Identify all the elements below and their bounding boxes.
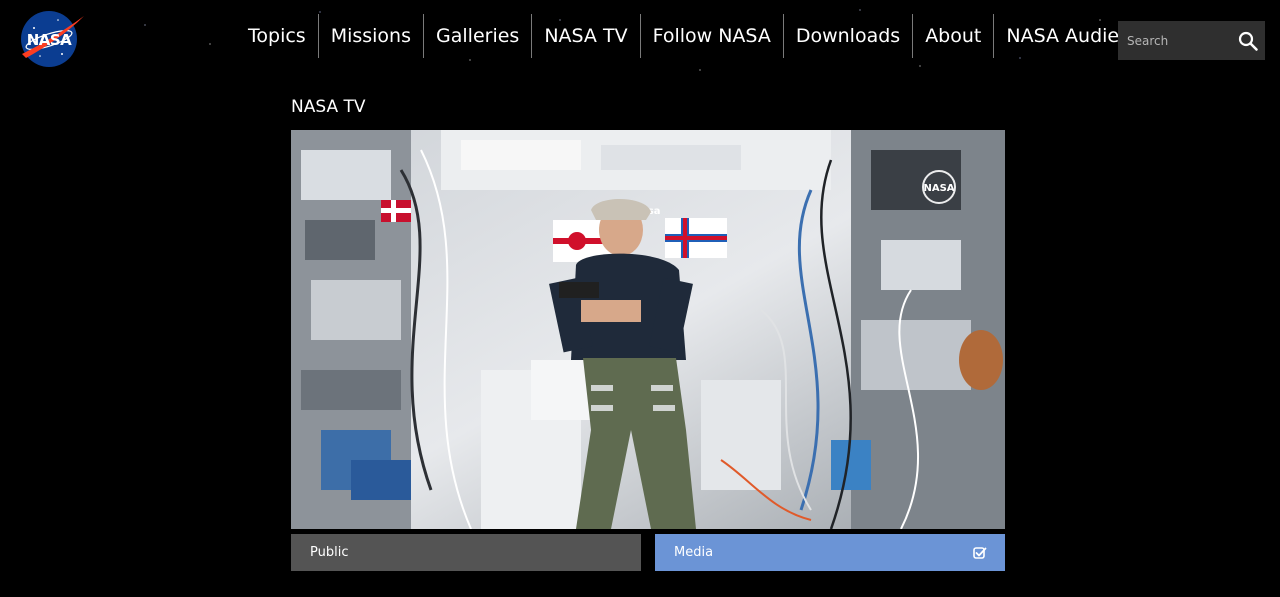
nav-item-about[interactable]: About (912, 14, 993, 58)
nav-item-follow-nasa[interactable]: Follow NASA (639, 14, 783, 58)
tab-media-label: Media (674, 545, 714, 560)
nasa-logo-text: NASA (27, 31, 72, 49)
video-player[interactable]: NASA esa (291, 130, 1005, 529)
search-input[interactable] (1118, 22, 1237, 59)
search-icon[interactable] (1237, 30, 1259, 52)
tab-public[interactable]: Public (291, 534, 641, 571)
tab-media[interactable]: Media (655, 534, 1005, 571)
main-navigation: Topics Missions Galleries NASA TV Follow… (236, 14, 1175, 58)
nav-item-downloads[interactable]: Downloads (782, 14, 912, 58)
search-box (1118, 21, 1265, 60)
video-frame: NASA esa (291, 130, 1005, 529)
tab-public-label: Public (310, 545, 349, 560)
nav-item-topics[interactable]: Topics (236, 14, 318, 58)
checkbox-checked-icon (973, 547, 987, 559)
video-nasa-overlay: NASA (923, 183, 954, 194)
nasa-logo[interactable]: NASA (18, 10, 86, 68)
nav-item-missions[interactable]: Missions (317, 14, 423, 58)
page-title: NASA TV (291, 97, 366, 117)
nav-item-galleries[interactable]: Galleries (423, 14, 531, 58)
nav-item-nasa-tv[interactable]: NASA TV (531, 14, 639, 58)
